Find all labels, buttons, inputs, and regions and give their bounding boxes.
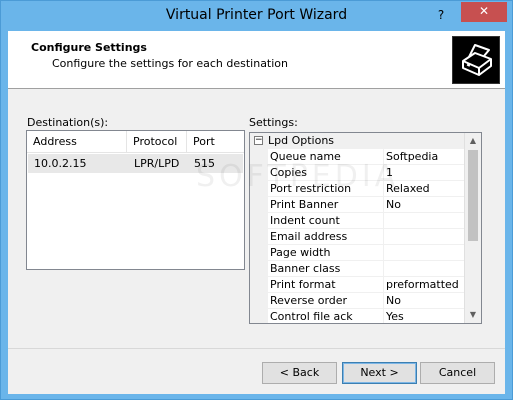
page-subtitle: Configure the settings for each destinat… <box>52 57 289 70</box>
destinations-header: Address Protocol Port <box>27 131 244 153</box>
property-value[interactable]: No <box>386 198 464 211</box>
scrollbar-thumb[interactable] <box>468 150 478 241</box>
property-row[interactable]: Indent count <box>250 213 465 229</box>
wizard-client-area: Configure Settings Configure the setting… <box>8 31 505 394</box>
page-title: Configure Settings <box>31 41 147 54</box>
destinations-label: Destination(s): <box>27 116 109 129</box>
property-divider <box>383 261 384 277</box>
row-gutter <box>250 277 268 293</box>
vertical-scrollbar[interactable]: ▲ ▼ <box>464 133 481 323</box>
printer-icon <box>452 36 500 84</box>
row-gutter <box>250 309 268 323</box>
property-group-lpd-options[interactable]: − Lpd Options <box>250 133 465 149</box>
collapse-icon[interactable]: − <box>254 136 263 145</box>
scroll-down-icon[interactable]: ▼ <box>465 307 481 323</box>
property-name: Banner class <box>270 262 341 275</box>
row-gutter <box>250 245 268 261</box>
property-divider <box>383 245 384 261</box>
property-row[interactable]: Reverse order No <box>250 293 465 309</box>
row-gutter <box>250 213 268 229</box>
cell-address: 10.0.2.15 <box>34 157 87 170</box>
row-gutter <box>250 229 268 245</box>
cell-protocol: LPR/LPD <box>134 157 180 170</box>
title-bar[interactable]: Virtual Printer Port Wizard ? ✕ <box>1 1 512 31</box>
destinations-list[interactable]: Address Protocol Port 10.0.2.15 LPR/LPD … <box>26 130 245 270</box>
watermark: SOFTPEDIA <box>196 159 400 194</box>
help-icon[interactable]: ? <box>431 6 451 24</box>
property-name: Page width <box>270 246 331 259</box>
property-divider <box>383 213 384 229</box>
row-gutter <box>250 197 268 213</box>
property-value[interactable]: No <box>386 294 464 307</box>
property-row[interactable]: Control file ack Yes <box>250 309 465 323</box>
column-header-address[interactable]: Address <box>33 135 77 148</box>
column-divider[interactable] <box>126 131 127 153</box>
button-bar: < Back Next > Cancel <box>8 348 505 394</box>
wizard-window: Virtual Printer Port Wizard ? ✕ Configur… <box>0 0 513 400</box>
row-gutter <box>250 261 268 277</box>
property-row[interactable]: Print format preformatted <box>250 277 465 293</box>
group-label: Lpd Options <box>268 134 335 147</box>
property-row[interactable]: Email address <box>250 229 465 245</box>
property-row[interactable]: Page width <box>250 245 465 261</box>
property-name: Print Banner <box>270 198 339 211</box>
property-value[interactable]: preformatted <box>386 278 464 291</box>
back-button[interactable]: < Back <box>262 362 337 384</box>
wizard-header: Configure Settings Configure the setting… <box>8 31 505 89</box>
close-button[interactable]: ✕ <box>461 2 507 22</box>
cancel-button[interactable]: Cancel <box>420 362 495 384</box>
property-name: Indent count <box>270 214 340 227</box>
property-divider <box>383 293 384 309</box>
next-button[interactable]: Next > <box>342 362 417 384</box>
scroll-up-icon[interactable]: ▲ <box>465 133 481 149</box>
property-divider <box>383 197 384 213</box>
column-header-protocol[interactable]: Protocol <box>133 135 177 148</box>
property-name: Control file ack <box>270 310 353 323</box>
row-gutter <box>250 293 268 309</box>
property-name: Reverse order <box>270 294 348 307</box>
property-name: Email address <box>270 230 348 243</box>
column-header-port[interactable]: Port <box>193 135 215 148</box>
property-divider <box>383 277 384 293</box>
property-name: Print format <box>270 278 336 291</box>
settings-label: Settings: <box>249 116 298 129</box>
property-row[interactable]: Banner class <box>250 261 465 277</box>
property-divider <box>383 309 384 323</box>
property-row[interactable]: Print Banner No <box>250 197 465 213</box>
column-divider[interactable] <box>186 131 187 153</box>
property-value[interactable]: Yes <box>386 310 464 323</box>
property-divider <box>383 229 384 245</box>
